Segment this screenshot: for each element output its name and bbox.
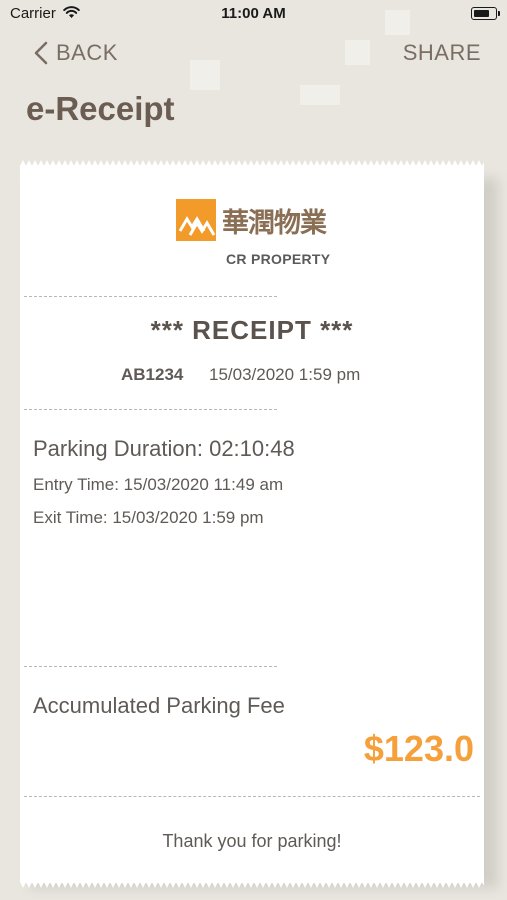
fee-amount: $123.0 xyxy=(363,728,474,769)
logo-english-text: CR PROPERTY xyxy=(226,251,331,267)
battery-icon xyxy=(471,7,500,20)
fee-label: Accumulated Parking Fee xyxy=(33,693,285,718)
background-tile xyxy=(345,40,370,65)
divider xyxy=(24,796,480,797)
chevron-left-icon xyxy=(34,41,48,65)
thank-you-message: Thank you for parking! xyxy=(162,831,342,851)
parking-duration: Parking Duration: 02:10:48 xyxy=(33,436,295,461)
cr-property-logo: 華潤物業 CR PROPERTY xyxy=(176,199,336,269)
logo-mark-icon xyxy=(176,199,216,241)
background-tile xyxy=(300,85,340,105)
issue-datetime: 15/03/2020 1:59 pm xyxy=(209,365,361,384)
status-time: 11:00 AM xyxy=(221,5,286,22)
page-title: e-Receipt xyxy=(26,90,175,127)
share-button[interactable]: SHARE xyxy=(403,38,481,68)
background-tile xyxy=(190,60,220,90)
receipt-bottom-edge xyxy=(20,882,484,888)
divider xyxy=(24,666,277,667)
back-label: BACK xyxy=(56,40,118,65)
logo-chinese-text: 華潤物業 xyxy=(222,208,327,239)
exit-time: Exit Time: 15/03/2020 1:59 pm xyxy=(33,508,264,527)
divider xyxy=(24,409,277,410)
plate-number: AB1234 xyxy=(121,365,184,384)
back-button[interactable]: BACK xyxy=(34,38,118,68)
receipt-top-edge xyxy=(20,160,484,166)
entry-time: Entry Time: 15/03/2020 11:49 am xyxy=(33,475,284,494)
divider xyxy=(24,296,277,297)
receipt-heading: *** RECEIPT *** xyxy=(150,315,354,345)
receipt-card: 華潤物業 CR PROPERTY *** RECEIPT *** AB1234 … xyxy=(20,160,484,888)
status-bar: Carrier 11:00 AM xyxy=(0,0,507,30)
